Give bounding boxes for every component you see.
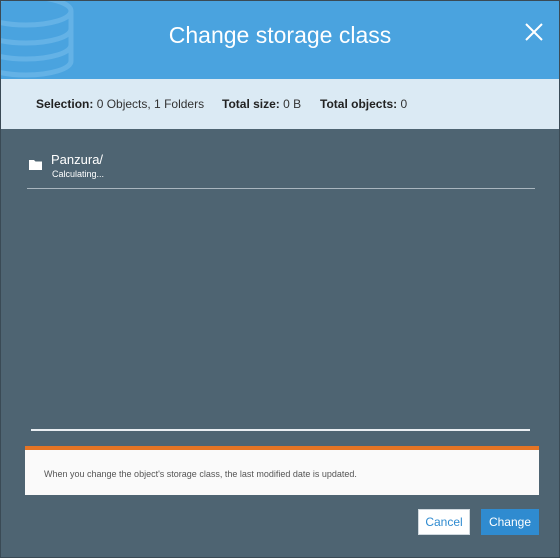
progress-bar (31, 429, 530, 431)
selection-label: Selection: (36, 97, 94, 111)
folder-name: Panzura/ (51, 152, 104, 167)
selection-summary: Selection: 0 Objects, 1 Folders Total si… (1, 79, 559, 129)
dialog-title: Change storage class (168, 22, 392, 48)
total-objects-value: 0 (400, 97, 408, 111)
selection-value: 0 Objects, 1 Folders (96, 97, 205, 111)
info-notice: When you change the object's storage cla… (25, 446, 539, 495)
list-item: Panzura/ Calculating... (27, 151, 535, 189)
folder-status: Calculating... (52, 169, 105, 179)
dialog-header: Change storage class (1, 1, 559, 79)
close-icon[interactable] (523, 21, 545, 43)
cancel-button[interactable]: Cancel (418, 509, 470, 535)
total-size-item: Total size: 0 B (222, 97, 301, 111)
notice-text: When you change the object's storage cla… (44, 469, 357, 479)
change-storage-class-dialog: Change storage class Selection: 0 Object… (0, 0, 560, 558)
total-objects-item: Total objects: 0 (320, 97, 407, 111)
selection-summary-item: Selection: 0 Objects, 1 Folders (36, 97, 204, 111)
change-button[interactable]: Change (481, 509, 539, 535)
folder-icon (29, 160, 42, 170)
total-objects-label: Total objects: (320, 97, 398, 111)
total-size-value: 0 B (283, 97, 302, 111)
total-size-label: Total size: (222, 97, 280, 111)
